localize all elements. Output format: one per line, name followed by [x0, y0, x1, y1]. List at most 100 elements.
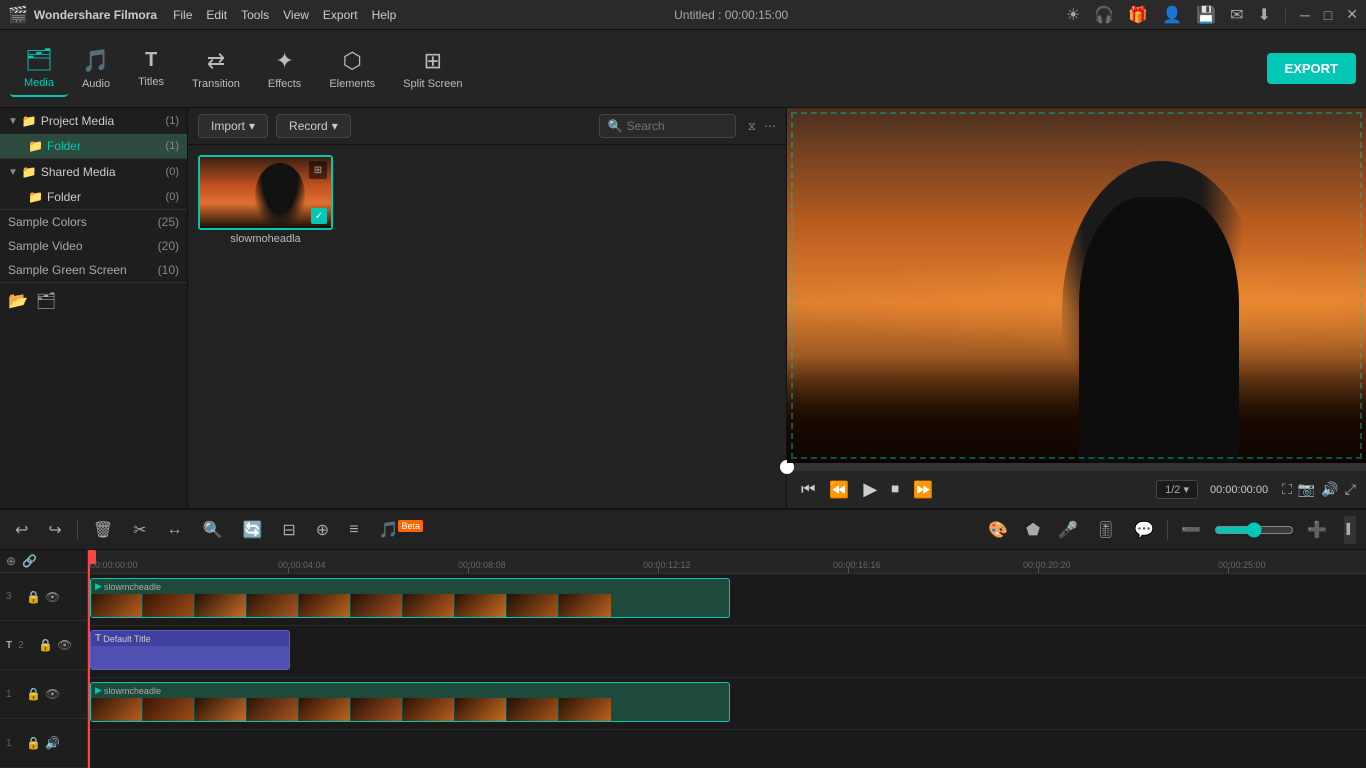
- stop-button[interactable]: ⏹: [887, 479, 903, 501]
- headphone-icon[interactable]: 🎧: [1094, 5, 1114, 25]
- search-input[interactable]: [627, 119, 727, 133]
- zoom-in-button[interactable]: ➕: [1302, 518, 1332, 542]
- grid-view-icon[interactable]: ⋯: [764, 119, 776, 133]
- titlebar-menus: File Edit Tools View Export Help: [173, 8, 396, 22]
- step-forward-button[interactable]: ⏩: [909, 478, 937, 502]
- timeline-right-toggle[interactable]: ▌: [1344, 516, 1356, 544]
- ruler-mark-5: 00:00:20:20: [1023, 560, 1071, 570]
- zoom-out-button[interactable]: ➖: [1176, 518, 1206, 542]
- close-button[interactable]: ✕: [1346, 6, 1358, 23]
- remove-segment-button[interactable]: ⊟: [277, 518, 300, 542]
- redo-button[interactable]: ↪: [43, 518, 66, 542]
- sample-colors-item[interactable]: Sample Colors (25): [0, 210, 187, 234]
- snap-icon[interactable]: ⊕: [6, 554, 16, 568]
- volume-icon[interactable]: 🔊: [1321, 481, 1338, 498]
- audio-track-1-volume-icon[interactable]: 🔊: [45, 736, 60, 750]
- add-folder-icon[interactable]: 📂: [8, 291, 28, 311]
- track-1-clip[interactable]: ▶ slowmcheadle: [90, 682, 730, 722]
- maximize-button[interactable]: □: [1324, 7, 1332, 23]
- save-icon[interactable]: 💾: [1196, 5, 1216, 25]
- preview-scrubber[interactable]: [787, 463, 1366, 471]
- mail-icon[interactable]: ✉: [1230, 5, 1243, 25]
- audio-icon: 🎵: [82, 48, 109, 74]
- project-media-folder-item[interactable]: 📁 Folder (1): [0, 134, 187, 158]
- crop-button[interactable]: ↔: [162, 519, 188, 541]
- audio-mix-button[interactable]: 🎚: [1091, 518, 1121, 542]
- shared-media-header[interactable]: ▼ 📁 Shared Media (0): [0, 159, 187, 185]
- toolbar-titles-label: Titles: [138, 76, 164, 88]
- play-button[interactable]: ▶: [859, 477, 881, 502]
- user-icon[interactable]: 👤: [1162, 5, 1182, 25]
- toolbar-effects-label: Effects: [268, 78, 301, 90]
- toolbar-titles[interactable]: T Titles: [124, 43, 178, 94]
- sun-icon[interactable]: ☀: [1066, 5, 1080, 25]
- zoom-slider[interactable]: [1214, 522, 1294, 538]
- menu-help[interactable]: Help: [372, 8, 397, 22]
- search-icon: 🔍: [608, 119, 623, 133]
- audio-track-1-lock-icon[interactable]: 🔒: [26, 736, 41, 750]
- shared-media-folder-item[interactable]: 📁 Folder (0): [0, 185, 187, 209]
- track-1-eye-icon[interactable]: 👁: [45, 687, 60, 701]
- preview-panel: ⏮ ⏪ ▶ ⏹ ⏩ 1/2 ▾ 00:00:00:00 ⛶ 📷 🔊 ⤢: [786, 108, 1366, 508]
- ruler-mark-6: 00:00:25:00: [1218, 560, 1266, 570]
- subtitle-button[interactable]: 💬: [1129, 518, 1159, 542]
- export-button[interactable]: EXPORT: [1267, 53, 1356, 84]
- track-2-lock-icon[interactable]: 🔒: [38, 638, 53, 652]
- remove-folder-icon[interactable]: 🗂: [36, 291, 56, 311]
- ai-audio-button[interactable]: 🎵Beta: [374, 518, 428, 542]
- snapshot-icon[interactable]: 📷: [1298, 481, 1315, 498]
- toolbar-transition[interactable]: ⇄ Transition: [178, 42, 254, 96]
- toolbar-audio[interactable]: 🎵 Audio: [68, 42, 124, 96]
- link-icon[interactable]: 🔗: [22, 554, 37, 568]
- timeline-ruler[interactable]: 00:00:00:00 00:00:04:04 00:00:08:08 00:0…: [88, 550, 1366, 574]
- toolbar-effects[interactable]: ✦ Effects: [254, 42, 315, 96]
- minimize-button[interactable]: ─: [1300, 7, 1310, 23]
- track-3-clip[interactable]: ▶ slowmcheadle: [90, 578, 730, 618]
- filter-icon[interactable]: ⧖: [748, 119, 756, 134]
- project-media-header[interactable]: ▼ 📁 Project Media (1): [0, 108, 187, 134]
- video-frame: [787, 108, 1366, 463]
- track-2-clip[interactable]: T Default Title: [90, 630, 290, 670]
- media-grid-icon: ⊞: [309, 161, 327, 179]
- menu-tools[interactable]: Tools: [241, 8, 269, 22]
- track-2-eye-icon[interactable]: 👁: [57, 638, 72, 652]
- step-back-button[interactable]: ⏪: [825, 478, 853, 502]
- toolbar-media[interactable]: 🗂 Media: [10, 41, 68, 97]
- ruler-mark-4: 00:00:16:16: [833, 560, 881, 570]
- track-2-T-icon: T: [6, 640, 12, 651]
- prev-frame-button[interactable]: ⏮: [797, 479, 819, 501]
- menu-export[interactable]: Export: [323, 8, 358, 22]
- shared-media-section: ▼ 📁 Shared Media (0) 📁 Folder (0): [0, 159, 187, 209]
- mask-button[interactable]: ⬟: [1021, 518, 1045, 542]
- download-icon[interactable]: ⬇: [1257, 5, 1270, 25]
- sample-video-item[interactable]: Sample Video (20): [0, 234, 187, 258]
- record-button[interactable]: Record ▾: [276, 114, 351, 138]
- menu-view[interactable]: View: [283, 8, 309, 22]
- voiceover-button[interactable]: 🎤: [1053, 518, 1083, 542]
- audio-btn[interactable]: ≡: [344, 519, 363, 541]
- ruler-mark-2: 00:00:08:08: [458, 560, 506, 570]
- add-segment-button[interactable]: ⊕: [311, 518, 334, 542]
- track-1-lock-icon[interactable]: 🔒: [26, 687, 41, 701]
- sample-green-screen-item[interactable]: Sample Green Screen (10): [0, 258, 187, 282]
- fullscreen-icon[interactable]: ⛶: [1282, 481, 1292, 498]
- split-screen-icon: ⊞: [424, 48, 442, 74]
- media-item-slowmoheadla[interactable]: ⊞ ✓ slowmoheadla: [198, 155, 333, 245]
- gift-icon[interactable]: 🎁: [1128, 5, 1148, 25]
- toolbar-split-screen[interactable]: ⊞ Split Screen: [389, 42, 476, 96]
- zoom-button[interactable]: 🔍: [198, 518, 228, 542]
- track-3-lock-icon[interactable]: 🔒: [26, 590, 41, 604]
- track-3-eye-icon[interactable]: 👁: [45, 590, 60, 604]
- color-grade-button[interactable]: 🎨: [983, 518, 1013, 542]
- rotate-button[interactable]: 🔄: [237, 518, 267, 542]
- import-button[interactable]: Import ▾: [198, 114, 268, 138]
- shared-media-count: (0): [166, 166, 179, 178]
- menu-edit[interactable]: Edit: [206, 8, 227, 22]
- toolbar-elements[interactable]: ⬡ Elements: [315, 42, 389, 96]
- undo-button[interactable]: ↩: [10, 518, 33, 542]
- delete-button[interactable]: 🗑: [88, 518, 118, 542]
- menu-file[interactable]: File: [173, 8, 192, 22]
- zoom-icon[interactable]: ⤢: [1345, 481, 1356, 498]
- sample-green-screen-count: (10): [158, 263, 179, 277]
- cut-button[interactable]: ✂: [128, 518, 151, 542]
